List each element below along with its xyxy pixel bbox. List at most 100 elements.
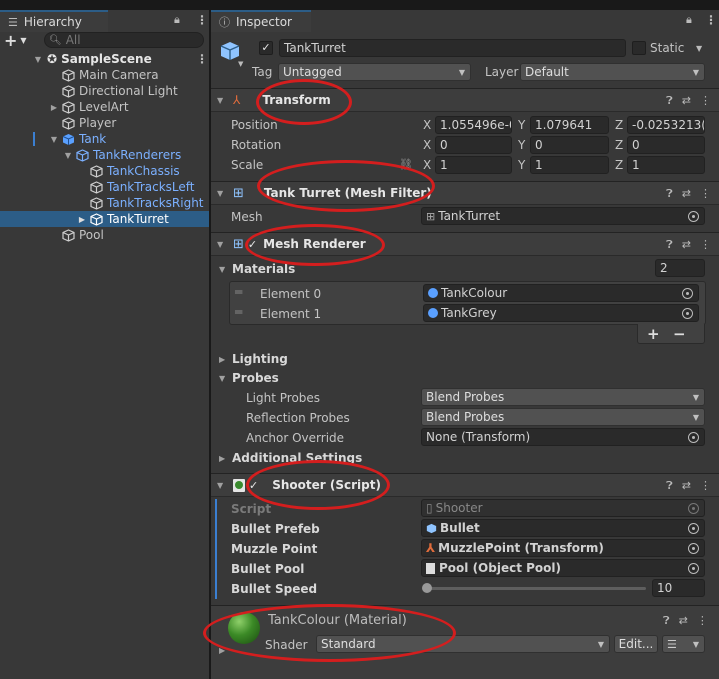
- hierarchy-search-input[interactable]: 🔍︎ All: [44, 32, 204, 48]
- tab-hierarchy[interactable]: ☰ Hierarchy: [0, 10, 108, 32]
- object-picker-icon[interactable]: [688, 543, 699, 554]
- expand-arrow-icon[interactable]: ▼: [219, 374, 225, 383]
- object-name-input[interactable]: TankTurret: [279, 39, 626, 57]
- hierarchy-item-tank[interactable]: ▼ Tank: [0, 131, 209, 147]
- help-icon[interactable]: ❓︎: [666, 479, 673, 493]
- object-picker-icon[interactable]: [682, 288, 693, 299]
- chevron-down-icon[interactable]: ▼: [238, 60, 243, 68]
- bullet-pool-object-field[interactable]: Pool (Object Pool): [421, 559, 705, 577]
- bullet-speed-slider-thumb[interactable]: [422, 583, 432, 593]
- constrain-proportions-icon[interactable]: ⛓︎: [399, 158, 413, 171]
- menu-kebab-icon[interactable]: ⋮: [700, 238, 711, 252]
- scale-y-input[interactable]: 1: [530, 156, 609, 174]
- collapsed-arrow-icon[interactable]: ▶: [219, 355, 225, 364]
- shooter-header[interactable]: ▼ ✓ Shooter (Script) ❓︎ ⇄ ⋮: [211, 473, 719, 497]
- additional-settings-foldout[interactable]: Additional Settings: [232, 451, 362, 465]
- menu-kebab-icon[interactable]: ⋮: [700, 94, 711, 108]
- help-icon[interactable]: ❓︎: [666, 238, 673, 252]
- expand-arrow-icon[interactable]: ▼: [217, 96, 227, 105]
- menu-kebab-icon[interactable]: ⋮: [196, 52, 208, 66]
- expand-arrow-icon[interactable]: ▼: [33, 55, 43, 64]
- position-x-input[interactable]: 1.055496e-0: [435, 116, 512, 134]
- object-picker-icon[interactable]: [688, 211, 699, 222]
- expand-arrow-icon[interactable]: ▼: [217, 240, 227, 249]
- position-z-input[interactable]: -0.0253213(: [627, 116, 705, 134]
- rotation-x-input[interactable]: 0: [435, 136, 512, 154]
- axis-z-label[interactable]: Z: [615, 158, 623, 172]
- tab-inspector[interactable]: ⓘ Inspector: [211, 10, 311, 32]
- layer-dropdown[interactable]: Default: [520, 63, 705, 81]
- hierarchy-item-tankchassis[interactable]: TankChassis: [0, 163, 209, 179]
- light-probes-dropdown[interactable]: Blend Probes: [421, 388, 705, 406]
- element1-object-field[interactable]: TankGrey: [423, 304, 699, 322]
- menu-kebab-icon[interactable]: ⋮: [700, 479, 711, 493]
- axis-y-label[interactable]: Y: [518, 138, 525, 152]
- shader-dropdown[interactable]: Standard: [316, 635, 610, 653]
- object-picker-icon[interactable]: [688, 563, 699, 574]
- rotation-z-input[interactable]: 0: [627, 136, 705, 154]
- preset-icon[interactable]: ⇄: [682, 187, 691, 201]
- expand-arrow-icon[interactable]: ▼: [217, 481, 227, 490]
- remove-element-button[interactable]: −: [673, 325, 686, 343]
- preset-icon[interactable]: ⇄: [679, 614, 688, 628]
- mesh-filter-header[interactable]: ▼ ⊞ Tank Turret (Mesh Filter) ❓︎ ⇄ ⋮: [211, 181, 719, 205]
- hierarchy-item-tankrenderers[interactable]: ▼ TankRenderers: [0, 147, 209, 163]
- bullet-speed-input[interactable]: 10: [652, 579, 705, 597]
- axis-x-label[interactable]: X: [423, 158, 431, 172]
- help-icon[interactable]: ❓︎: [663, 614, 670, 628]
- hierarchy-item-directional-light[interactable]: Directional Light: [0, 83, 209, 99]
- menu-kebab-icon[interactable]: ⋮: [705, 13, 717, 27]
- collapsed-arrow-icon[interactable]: ▶: [219, 646, 225, 655]
- transform-header[interactable]: ▼ ⅄ Transform ❓︎ ⇄ ⋮: [211, 88, 719, 112]
- muzzle-point-object-field[interactable]: ⅄ MuzzlePoint (Transform): [421, 539, 705, 557]
- edit-shader-button[interactable]: Edit...: [614, 635, 658, 653]
- lock-icon[interactable]: 🔒︎: [686, 13, 692, 27]
- enabled-checkbox[interactable]: ✓: [249, 479, 258, 492]
- hierarchy-item-tanktracksright[interactable]: TankTracksRight: [0, 195, 209, 211]
- expand-arrow-icon[interactable]: ▼: [217, 189, 227, 198]
- preset-icon[interactable]: ⇄: [682, 94, 691, 108]
- axis-x-label[interactable]: X: [423, 138, 431, 152]
- collapsed-arrow-icon[interactable]: ▶: [77, 215, 87, 224]
- add-element-button[interactable]: +: [647, 325, 660, 343]
- axis-x-label[interactable]: X: [423, 118, 431, 132]
- enabled-checkbox[interactable]: ✓: [248, 238, 257, 251]
- drag-handle-icon[interactable]: ═: [235, 285, 242, 299]
- scale-x-input[interactable]: 1: [435, 156, 512, 174]
- help-icon[interactable]: ❓︎: [666, 94, 673, 108]
- drag-handle-icon[interactable]: ═: [235, 305, 242, 319]
- element0-object-field[interactable]: TankColour: [423, 284, 699, 302]
- add-object-button[interactable]: + ▼: [4, 31, 38, 50]
- preset-icon[interactable]: ⇄: [682, 238, 691, 252]
- mesh-renderer-header[interactable]: ▼ ⊞ ✓ Mesh Renderer ❓︎ ⇄ ⋮: [211, 232, 719, 256]
- shader-options-dropdown[interactable]: ☰: [662, 635, 705, 653]
- menu-kebab-icon[interactable]: ⋮: [196, 13, 208, 27]
- tag-dropdown[interactable]: Untagged: [278, 63, 471, 81]
- probes-foldout[interactable]: Probes: [232, 371, 279, 385]
- expand-arrow-icon[interactable]: ▼: [63, 151, 73, 160]
- axis-z-label[interactable]: Z: [615, 118, 623, 132]
- lock-icon[interactable]: 🔒︎: [174, 13, 180, 27]
- axis-z-label[interactable]: Z: [615, 138, 623, 152]
- object-picker-icon[interactable]: [688, 432, 699, 443]
- expand-arrow-icon[interactable]: ▼: [49, 135, 59, 144]
- lighting-foldout[interactable]: Lighting: [232, 352, 288, 366]
- expand-arrow-icon[interactable]: ▼: [219, 265, 225, 274]
- hierarchy-item-pool[interactable]: Pool: [0, 227, 209, 243]
- hierarchy-item-tankturret[interactable]: ▶ TankTurret: [0, 211, 209, 227]
- hierarchy-item-main-camera[interactable]: Main Camera: [0, 67, 209, 83]
- object-picker-icon[interactable]: [688, 523, 699, 534]
- materials-count-input[interactable]: 2: [655, 259, 705, 277]
- bullet-speed-slider-track[interactable]: [426, 587, 646, 590]
- hierarchy-item-levelart[interactable]: ▶ LevelArt: [0, 99, 209, 115]
- menu-kebab-icon[interactable]: ⋮: [697, 614, 708, 628]
- bullet-prefab-object-field[interactable]: Bullet: [421, 519, 705, 537]
- anchor-override-object-field[interactable]: None (Transform): [421, 428, 705, 446]
- hierarchy-item-samplescene[interactable]: ▼ ✪ SampleScene ⋮: [0, 51, 209, 67]
- static-dropdown-chevron-icon[interactable]: ▼: [696, 44, 702, 53]
- hierarchy-item-player[interactable]: Player: [0, 115, 209, 131]
- rotation-y-input[interactable]: 0: [530, 136, 609, 154]
- scale-z-input[interactable]: 1: [627, 156, 705, 174]
- collapsed-arrow-icon[interactable]: ▶: [219, 454, 225, 463]
- mesh-object-field[interactable]: ⊞ TankTurret: [421, 207, 705, 225]
